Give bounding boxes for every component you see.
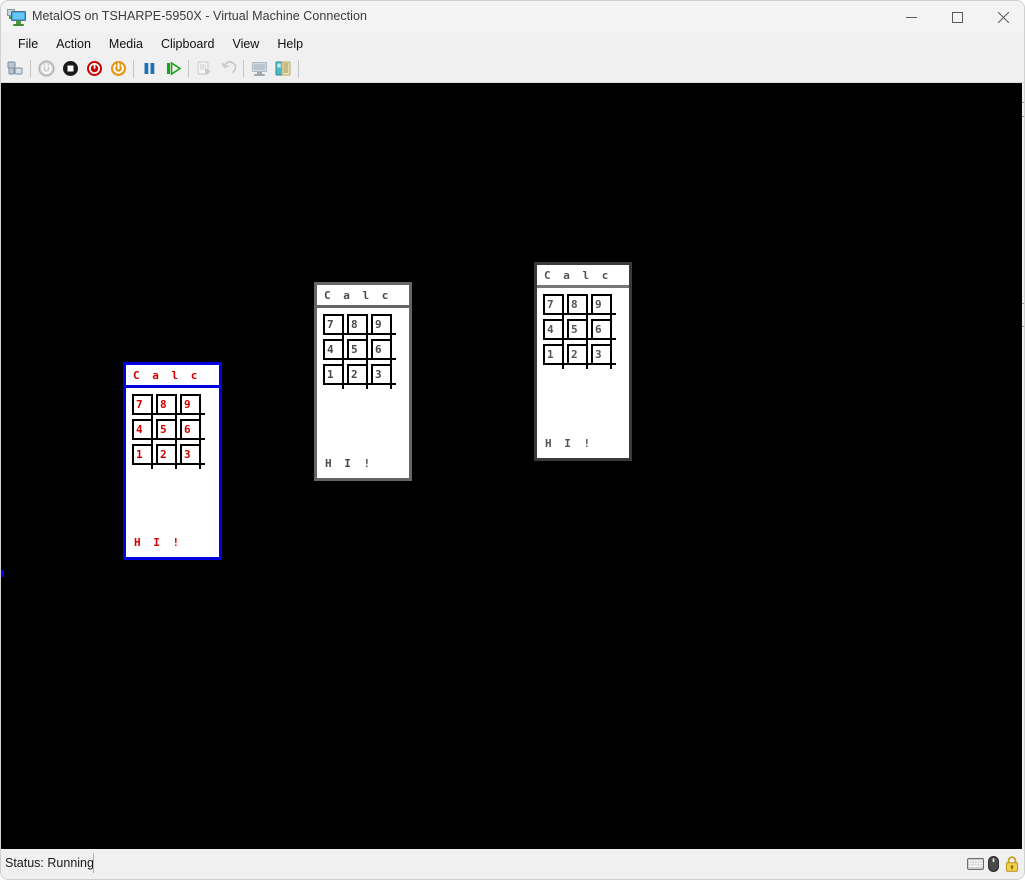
menu-item-clipboard[interactable]: Clipboard: [152, 34, 224, 55]
calc-key-6[interactable]: 6: [591, 319, 616, 344]
calc-key-2[interactable]: 2: [156, 444, 181, 469]
calc-window-3-titlebar[interactable]: C a l c: [537, 265, 629, 288]
mouse-icon: [984, 855, 1002, 873]
virtual-machine-connection-window: MetalOS on TSHARPE-5950X - Virtual Machi…: [0, 0, 1025, 880]
calc-key-1[interactable]: 1: [323, 364, 348, 389]
turn-off-icon[interactable]: [58, 57, 82, 81]
calc-window-3-body: 7 8 9 4 5 6 1 2 3 H I !: [537, 288, 629, 458]
calc-window-3[interactable]: C a l c 7 8 9 4 5 6 1 2 3 H I !: [534, 262, 632, 461]
calc-key-7[interactable]: 7: [543, 294, 568, 319]
calc-key-5[interactable]: 5: [347, 339, 372, 364]
calc-key-8[interactable]: 8: [567, 294, 592, 319]
calc-window-1-keypad: 7 8 9 4 5 6 1 2 3: [132, 394, 205, 469]
calc-key-4[interactable]: 4: [323, 339, 348, 364]
calc-window-2-keypad: 7 8 9 4 5 6 1 2 3: [323, 314, 396, 389]
calc-key-3[interactable]: 3: [180, 444, 205, 469]
vm-screen[interactable]: C a l c 7 8 9 4 5 6 1 2 3 H I ! C a l c …: [1, 83, 1024, 849]
menu-item-help[interactable]: Help: [268, 34, 312, 55]
calc-key-4[interactable]: 4: [543, 319, 568, 344]
menubar: File Action Media Clipboard View Help: [1, 33, 1024, 55]
window-title: MetalOS on TSHARPE-5950X - Virtual Machi…: [32, 9, 367, 23]
calc-window-3-message: H I !: [545, 437, 594, 450]
calc-window-2-body: 7 8 9 4 5 6 1 2 3 H I !: [317, 308, 409, 478]
stray-pixel-artifact: [1, 570, 4, 577]
statusbar-divider: [93, 853, 94, 873]
share-icon[interactable]: [271, 57, 295, 81]
calc-key-7[interactable]: 7: [132, 394, 157, 419]
minimize-button[interactable]: [888, 1, 934, 33]
calc-key-5[interactable]: 5: [567, 319, 592, 344]
enhanced-session-icon[interactable]: [247, 57, 271, 81]
calc-window-2[interactable]: C a l c 7 8 9 4 5 6 1 2 3 H I !: [314, 282, 412, 481]
virtual-machine-icon: [7, 8, 26, 26]
calc-key-8[interactable]: 8: [156, 394, 181, 419]
toolbar-separator: [243, 59, 244, 78]
calc-window-1-titlebar[interactable]: C a l c: [126, 365, 219, 388]
toolbar: [1, 55, 1024, 83]
calc-key-3[interactable]: 3: [371, 364, 396, 389]
calc-key-8[interactable]: 8: [347, 314, 372, 339]
menu-item-view[interactable]: View: [223, 34, 268, 55]
calc-key-2[interactable]: 2: [347, 364, 372, 389]
checkpoint-icon[interactable]: [192, 57, 216, 81]
reset-icon[interactable]: [161, 57, 185, 81]
calc-window-1-message: H I !: [134, 536, 183, 549]
calc-key-1[interactable]: 1: [132, 444, 157, 469]
calc-window-2-title: C a l c: [324, 289, 392, 302]
toolbar-separator: [30, 59, 31, 78]
calc-key-2[interactable]: 2: [567, 344, 592, 369]
calc-key-3[interactable]: 3: [591, 344, 616, 369]
menu-item-file[interactable]: File: [9, 34, 47, 55]
toolbar-separator: [188, 59, 189, 78]
calc-window-1-body: 7 8 9 4 5 6 1 2 3 H I !: [126, 388, 219, 557]
titlebar[interactable]: MetalOS on TSHARPE-5950X - Virtual Machi…: [1, 1, 1024, 33]
calc-window-2-message: H I !: [325, 457, 374, 470]
calc-key-1[interactable]: 1: [543, 344, 568, 369]
calc-key-9[interactable]: 9: [591, 294, 616, 319]
calc-window-3-keypad: 7 8 9 4 5 6 1 2 3: [543, 294, 616, 369]
keyboard-icon: [966, 855, 984, 873]
lock-icon: [1003, 855, 1021, 873]
statusbar: Status: Running: [1, 849, 1024, 879]
calc-key-9[interactable]: 9: [180, 394, 205, 419]
calc-key-9[interactable]: 9: [371, 314, 396, 339]
pause-icon[interactable]: [137, 57, 161, 81]
save-state-icon[interactable]: [106, 57, 130, 81]
close-button[interactable]: [980, 1, 1024, 33]
calc-window-1-title: C a l c: [133, 369, 201, 382]
toolbar-separator: [298, 59, 299, 78]
ctrl-alt-del-icon[interactable]: [3, 57, 27, 81]
calc-key-6[interactable]: 6: [371, 339, 396, 364]
calc-window-1[interactable]: C a l c 7 8 9 4 5 6 1 2 3 H I !: [123, 362, 222, 560]
calc-key-6[interactable]: 6: [180, 419, 205, 444]
calc-key-4[interactable]: 4: [132, 419, 157, 444]
calc-key-5[interactable]: 5: [156, 419, 181, 444]
menu-item-media[interactable]: Media: [100, 34, 152, 55]
calc-window-3-title: C a l c: [544, 269, 612, 282]
menu-item-action[interactable]: Action: [47, 34, 100, 55]
calc-key-7[interactable]: 7: [323, 314, 348, 339]
revert-icon[interactable]: [216, 57, 240, 81]
calc-window-2-titlebar[interactable]: C a l c: [317, 285, 409, 308]
shut-down-icon[interactable]: [82, 57, 106, 81]
maximize-button[interactable]: [934, 1, 980, 33]
status-text: Status: Running: [5, 856, 94, 870]
toolbar-separator: [133, 59, 134, 78]
start-icon[interactable]: [34, 57, 58, 81]
